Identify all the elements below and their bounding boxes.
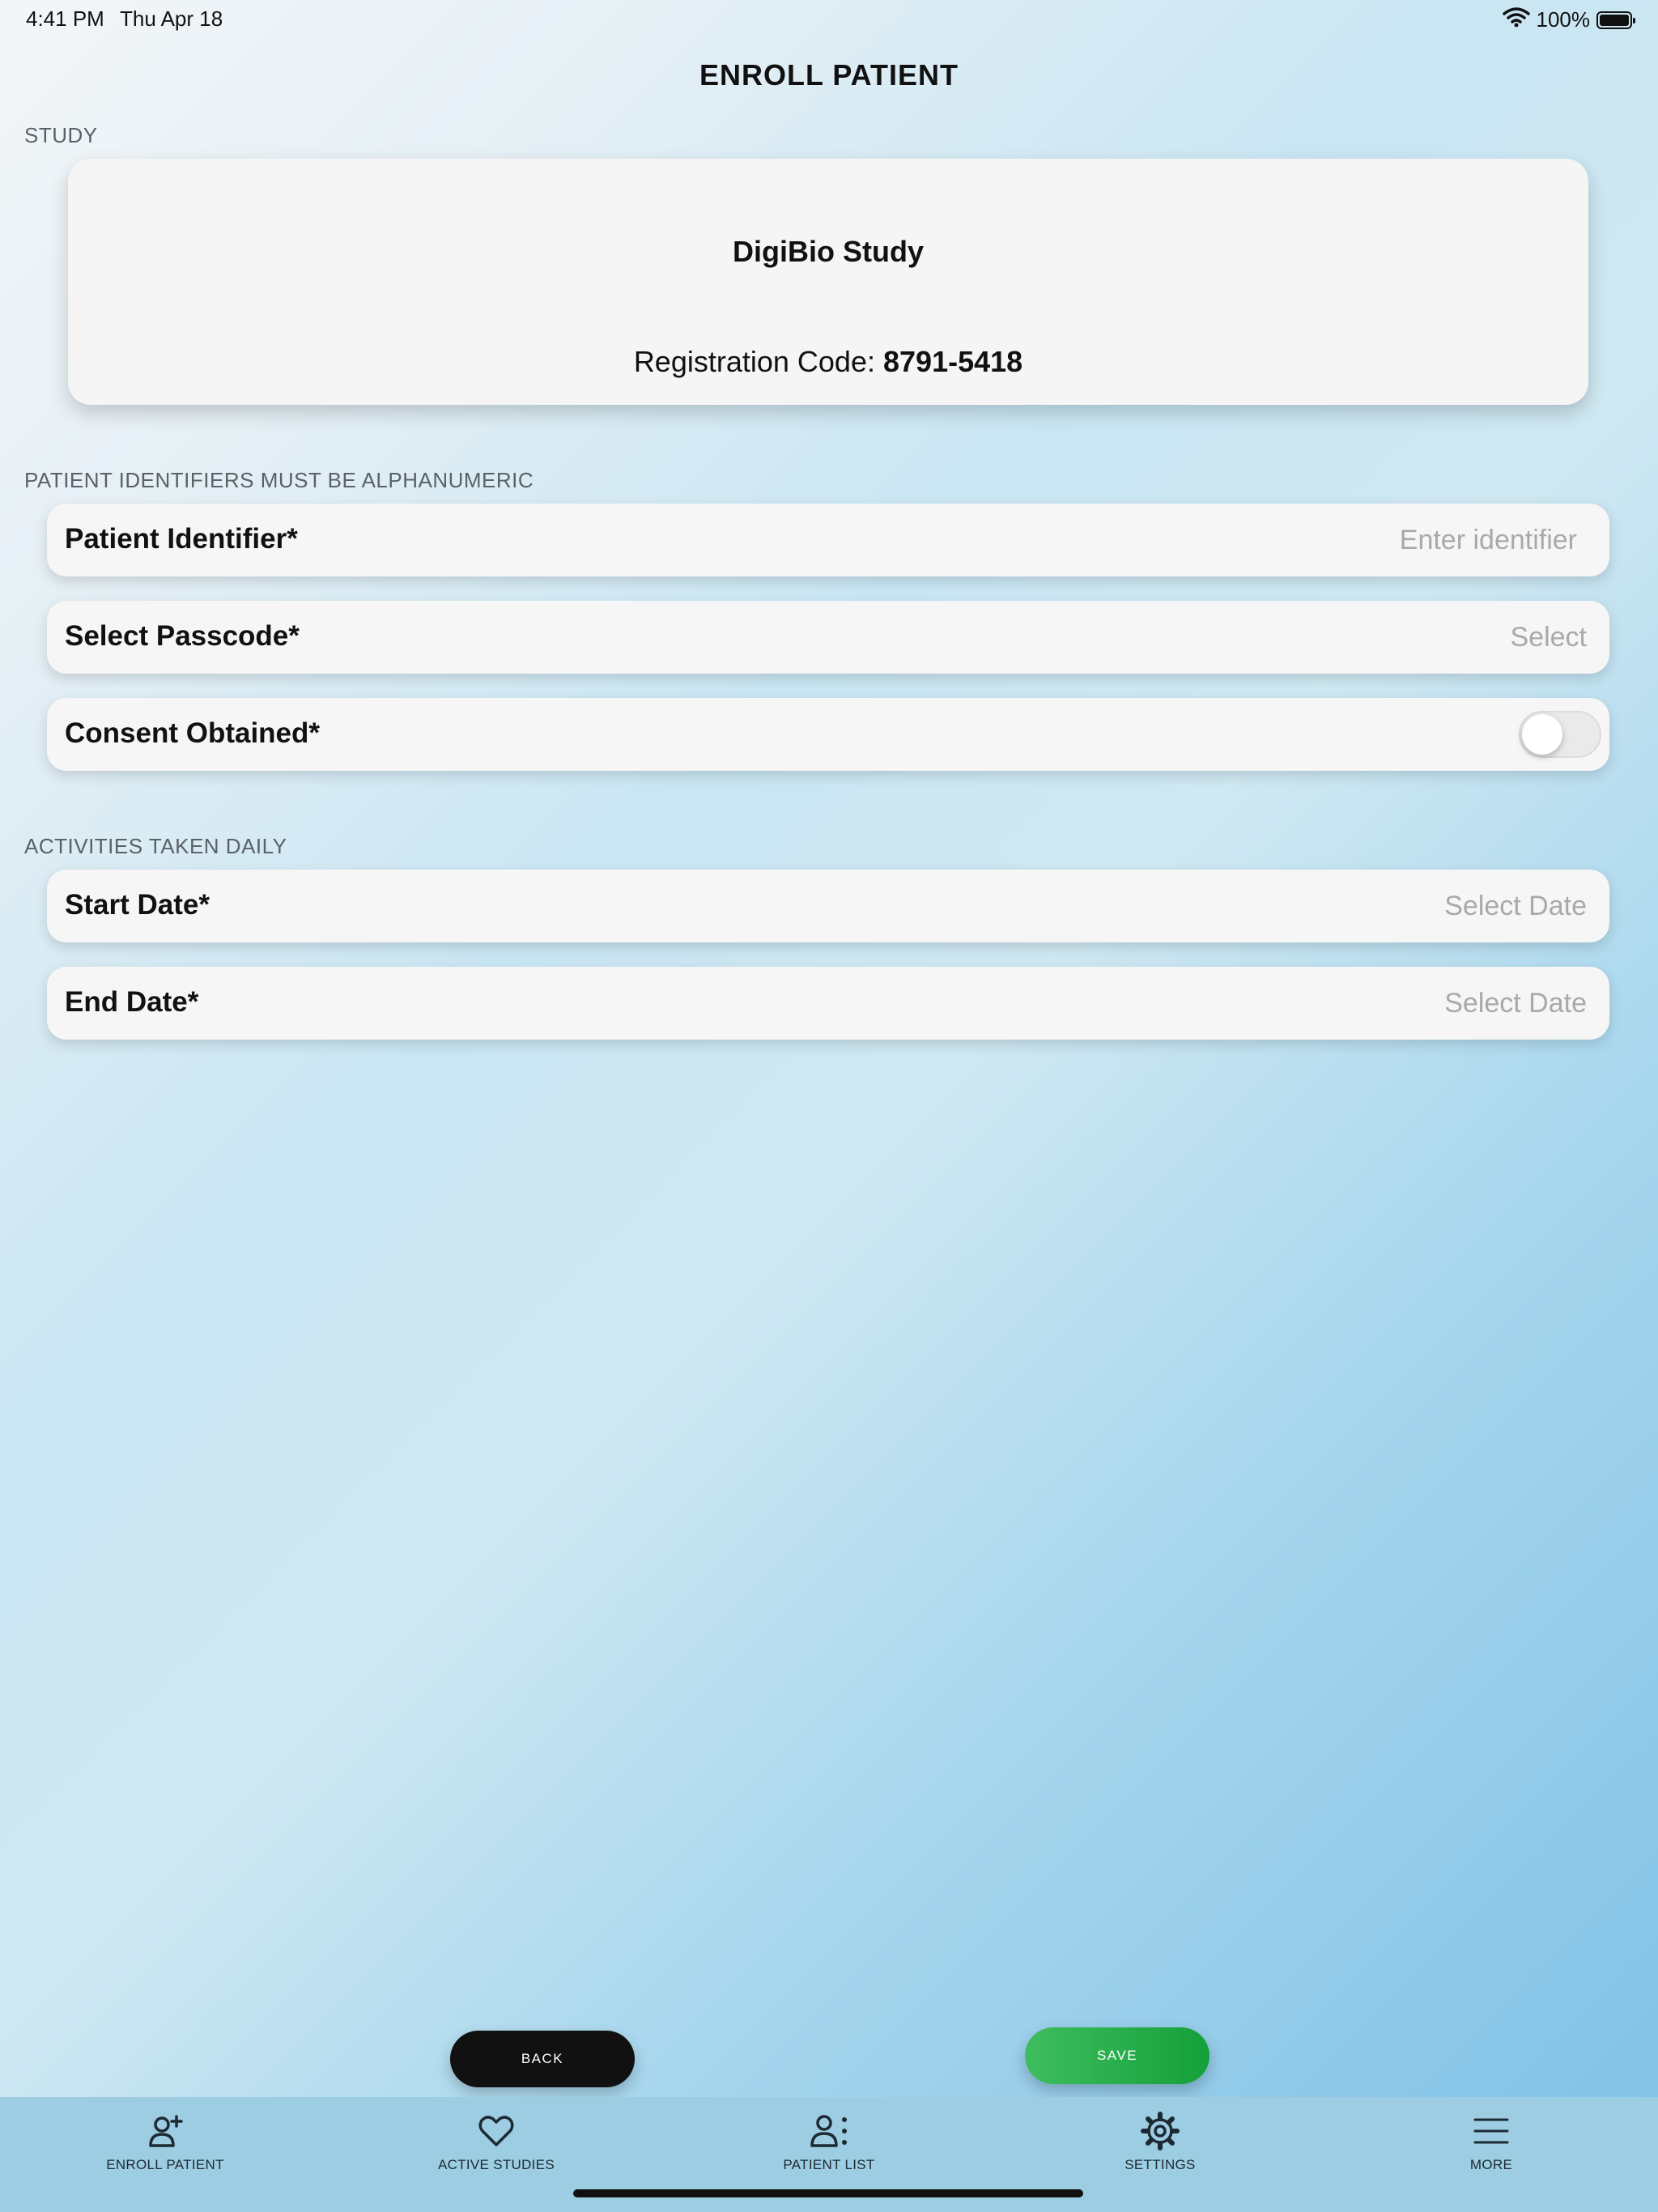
patient-identifier-input[interactable]: Enter identifier: [1400, 525, 1577, 556]
tab-label: ENROLL PATIENT: [106, 2157, 224, 2172]
status-indicators: 100%: [1502, 6, 1635, 33]
battery-icon: [1596, 11, 1635, 29]
study-card: DigiBio Study Registration Code: 8791-54…: [68, 159, 1588, 405]
start-date-row[interactable]: Start Date* Select Date: [47, 870, 1609, 942]
heart-icon: [391, 2112, 602, 2150]
registration-label: Registration Code:: [633, 345, 875, 378]
gear-icon: [1055, 2112, 1265, 2150]
study-name: DigiBio Study: [733, 235, 924, 268]
passcode-label: Select Passcode*: [65, 620, 300, 652]
home-indicator: [573, 2189, 1083, 2197]
end-date-row[interactable]: End Date* Select Date: [47, 967, 1609, 1040]
add-user-icon: [60, 2112, 270, 2150]
tab-active-studies[interactable]: ACTIVE STUDIES: [391, 2112, 602, 2173]
registration-code: 8791-5418: [883, 345, 1023, 378]
passcode-row[interactable]: Select Passcode* Select: [47, 601, 1609, 674]
patient-identifier-row[interactable]: Patient Identifier* Enter identifier: [47, 504, 1609, 576]
tab-label: SETTINGS: [1124, 2157, 1196, 2172]
end-date-label: End Date*: [65, 986, 199, 1018]
wifi-icon: [1502, 6, 1530, 33]
page-title: ENROLL PATIENT: [699, 58, 959, 91]
identifier-section-header: PATIENT IDENTIFIERS MUST BE ALPHANUMERIC: [24, 468, 534, 492]
tab-settings[interactable]: SETTINGS: [1055, 2112, 1265, 2173]
consent-label: Consent Obtained*: [65, 717, 321, 749]
tab-label: PATIENT LIST: [783, 2157, 875, 2172]
tab-patient-list[interactable]: PATIENT LIST: [724, 2112, 934, 2173]
study-section-header: STUDY: [24, 123, 98, 147]
start-date-picker[interactable]: Select Date: [1444, 891, 1587, 922]
patient-identifier-label: Patient Identifier*: [65, 523, 298, 555]
battery-percent: 100%: [1536, 7, 1591, 32]
menu-icon: [1386, 2112, 1596, 2150]
status-bar: 4:41 PM Thu Apr 18 100%: [0, 0, 1658, 39]
tab-label: ACTIVE STUDIES: [437, 2157, 555, 2172]
end-date-picker[interactable]: Select Date: [1444, 988, 1587, 1019]
tab-more[interactable]: MORE: [1386, 2112, 1596, 2173]
start-date-label: Start Date*: [65, 889, 210, 921]
tab-enroll-patient[interactable]: ENROLL PATIENT: [60, 2112, 270, 2173]
save-button[interactable]: SAVE: [1025, 2027, 1209, 2084]
toggle-knob: [1522, 714, 1562, 755]
tab-label: MORE: [1469, 2157, 1513, 2172]
status-date: Thu Apr 18: [120, 6, 223, 31]
consent-row: Consent Obtained*: [47, 698, 1609, 771]
user-list-icon: [724, 2112, 934, 2150]
activities-section-header: ACTIVITIES TAKEN DAILY: [24, 834, 287, 858]
back-button[interactable]: BACK: [450, 2031, 635, 2087]
registration-code-row: Registration Code: 8791-5418: [68, 345, 1588, 379]
passcode-select[interactable]: Select: [1511, 622, 1588, 653]
status-time: 4:41 PM: [26, 6, 104, 31]
consent-toggle[interactable]: [1519, 711, 1601, 758]
